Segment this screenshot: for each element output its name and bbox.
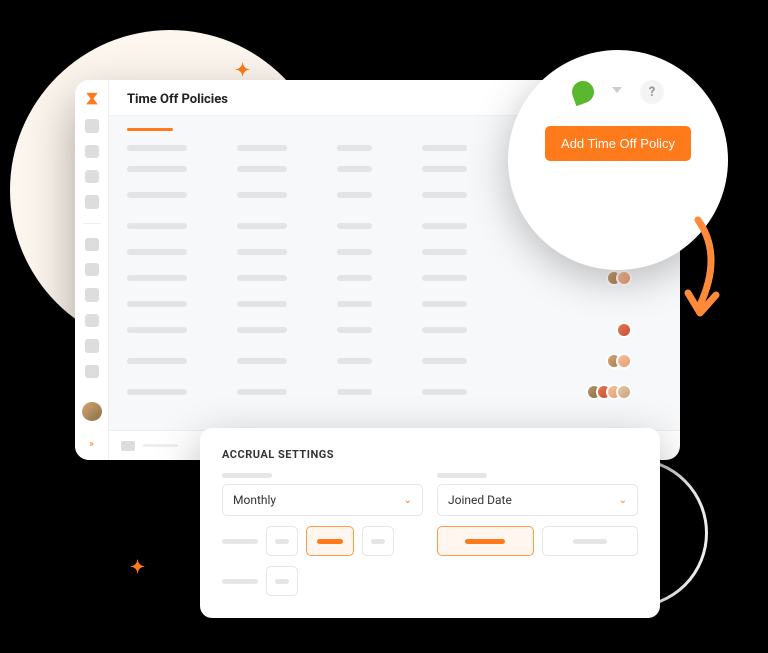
nav-clipboard-icon[interactable] — [85, 170, 99, 183]
table-row[interactable] — [127, 270, 662, 286]
status-indicator-icon — [569, 78, 597, 106]
active-tab-indicator[interactable] — [127, 128, 173, 131]
option-label-placeholder — [222, 539, 258, 544]
nav-people-icon[interactable] — [85, 238, 99, 251]
field-label-placeholder — [437, 473, 487, 478]
option-chip[interactable] — [542, 526, 639, 556]
accrual-frequency-select[interactable]: Monthly ⌄ — [222, 484, 423, 516]
decorative-plus-icon: ✦ — [130, 557, 145, 578]
select-value: Monthly — [233, 493, 276, 507]
nav-tag-icon[interactable] — [85, 339, 99, 352]
assignee-avatars — [616, 322, 632, 338]
option-chip-selected[interactable] — [437, 526, 534, 556]
nav-reports-icon[interactable] — [85, 195, 99, 208]
nav-share-icon[interactable] — [85, 365, 99, 378]
option-chip[interactable] — [266, 526, 298, 556]
select-value: Joined Date — [448, 493, 512, 507]
arrow-icon — [668, 215, 728, 325]
field-label-placeholder — [222, 473, 272, 478]
option-chip-selected[interactable] — [306, 526, 354, 556]
chevron-down-icon[interactable] — [612, 87, 622, 97]
expand-sidebar-icon[interactable]: » — [89, 439, 94, 450]
help-icon[interactable]: ? — [640, 80, 664, 104]
nav-briefcase-icon[interactable] — [85, 288, 99, 301]
table-row[interactable] — [127, 384, 662, 400]
chevron-down-icon: ⌄ — [404, 495, 412, 506]
scroll-track[interactable] — [143, 444, 178, 447]
table-row[interactable] — [127, 322, 662, 338]
divider — [83, 223, 101, 224]
table-row[interactable] — [127, 301, 662, 307]
logo-icon — [83, 90, 101, 107]
status-icon[interactable] — [121, 441, 135, 451]
option-label-placeholder — [222, 579, 258, 584]
accrual-basis-select[interactable]: Joined Date ⌄ — [437, 484, 638, 516]
accrual-heading: ACCRUAL SETTINGS — [222, 448, 638, 461]
nav-teams-icon[interactable] — [85, 263, 99, 276]
avatar[interactable] — [82, 402, 102, 421]
chevron-down-icon: ⌄ — [619, 495, 627, 506]
assignee-avatars — [606, 270, 632, 286]
assignee-avatars — [606, 353, 632, 369]
decorative-plus-icon: ✦ — [235, 60, 250, 81]
nav-clock-icon[interactable] — [85, 145, 99, 158]
table-row[interactable] — [127, 353, 662, 369]
nav-shield-icon[interactable] — [85, 314, 99, 327]
option-chip[interactable] — [266, 566, 298, 596]
assignee-avatars — [586, 384, 632, 400]
nav-dashboard-icon[interactable] — [85, 119, 99, 132]
option-chip[interactable] — [362, 526, 394, 556]
accrual-settings-card: ACCRUAL SETTINGS Monthly ⌄ Joined Date ⌄ — [200, 428, 660, 618]
sidebar: » — [75, 80, 109, 460]
add-time-off-policy-button[interactable]: Add Time Off Policy — [545, 126, 691, 161]
